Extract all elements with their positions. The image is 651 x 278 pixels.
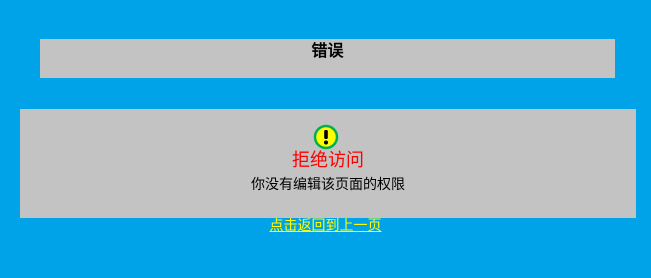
page-title: 错误 — [311, 41, 344, 60]
permission-message: 你没有编辑该页面的权限 — [251, 177, 405, 193]
back-link[interactable]: 点击返回到上一页 — [270, 218, 382, 234]
error-title-bar: 错误 — [40, 39, 615, 78]
message-panel: 拒绝访问 你没有编辑该页面的权限 — [20, 109, 636, 218]
access-denied-heading: 拒绝访问 — [292, 150, 364, 171]
warning-icon — [313, 124, 339, 150]
back-link-container: 点击返回到上一页 — [0, 216, 651, 236]
